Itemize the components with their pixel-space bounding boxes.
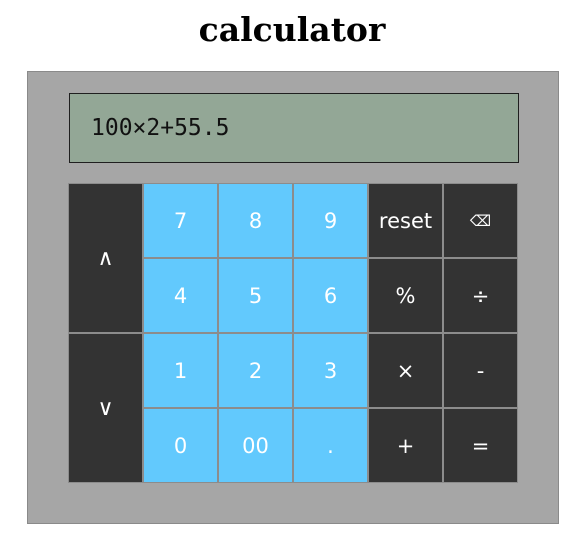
- key-00-button[interactable]: 00: [218, 408, 293, 483]
- display-expression: 100×2+55.5: [91, 115, 230, 141]
- key-8-button[interactable]: 8: [218, 183, 293, 258]
- calculator-body: 100×2+55.5 ∧ 7 8 9 reset ⌫ 4 5 6 % ÷ ∨ 1…: [27, 71, 559, 524]
- multiply-button[interactable]: ×: [368, 333, 443, 408]
- divide-button[interactable]: ÷: [443, 258, 518, 333]
- key-2-button[interactable]: 2: [218, 333, 293, 408]
- key-4-button[interactable]: 4: [143, 258, 218, 333]
- reset-button[interactable]: reset: [368, 183, 443, 258]
- plus-button[interactable]: +: [368, 408, 443, 483]
- keypad: ∧ 7 8 9 reset ⌫ 4 5 6 % ÷ ∨ 1 2 3 × - 0 …: [68, 183, 518, 483]
- decimal-point-button[interactable]: .: [293, 408, 368, 483]
- key-7-button[interactable]: 7: [143, 183, 218, 258]
- key-1-button[interactable]: 1: [143, 333, 218, 408]
- key-6-button[interactable]: 6: [293, 258, 368, 333]
- history-down-button[interactable]: ∨: [68, 333, 143, 483]
- page-title: calculator: [198, 10, 386, 49]
- percent-button[interactable]: %: [368, 258, 443, 333]
- equals-button[interactable]: =: [443, 408, 518, 483]
- key-9-button[interactable]: 9: [293, 183, 368, 258]
- minus-button[interactable]: -: [443, 333, 518, 408]
- backspace-button[interactable]: ⌫: [443, 183, 518, 258]
- key-0-button[interactable]: 0: [143, 408, 218, 483]
- key-5-button[interactable]: 5: [218, 258, 293, 333]
- key-3-button[interactable]: 3: [293, 333, 368, 408]
- history-up-button[interactable]: ∧: [68, 183, 143, 333]
- calculator-display: 100×2+55.5: [69, 93, 519, 163]
